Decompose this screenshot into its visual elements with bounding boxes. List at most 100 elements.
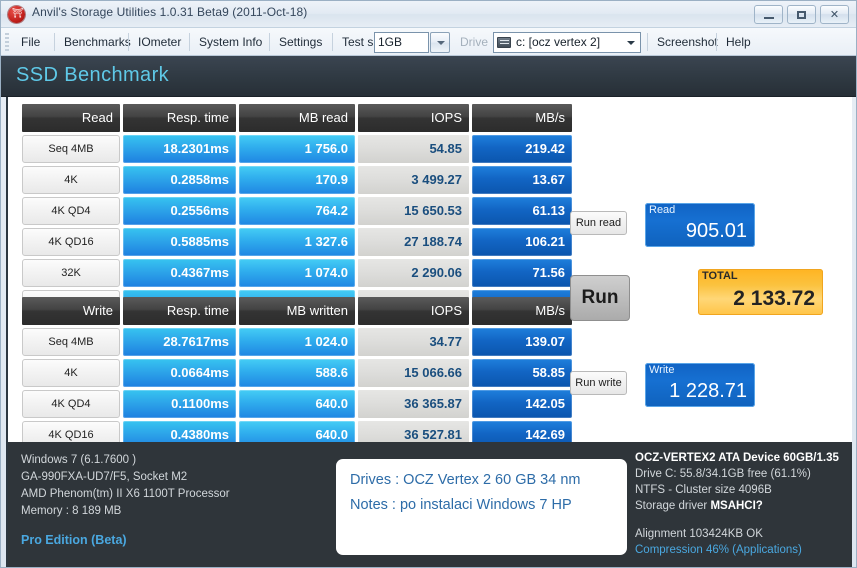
read-score-value: 905.01 [685, 220, 747, 242]
read-col-header-mb: MB read [239, 104, 355, 132]
drive-info-panel: OCZ-VERTEX2 ATA Device 60GB/1.35 Drive C… [635, 450, 855, 558]
menu-item-system-info[interactable]: System Info [193, 33, 268, 52]
driveinfo-driver-label: Storage driver [635, 500, 708, 512]
read-col-header-iops: IOPS [358, 104, 469, 132]
cell-mb: 588.6 [239, 359, 355, 387]
row-label[interactable]: 4K QD4 [22, 390, 120, 418]
driveinfo-alignment: Alignment 103424KB OK [635, 528, 763, 540]
cell-mb: 170.9 [239, 166, 355, 194]
drive-label: Drive [460, 35, 489, 49]
cell-resp: 0.0664ms [123, 359, 236, 387]
cell-resp: 18.2301ms [123, 135, 236, 163]
row-label[interactable]: Seq 4MB [22, 328, 120, 356]
notes-panel[interactable]: Drives : OCZ Vertex 2 60 GB 34 nm Notes … [336, 459, 627, 555]
driveinfo-capacity: Drive C: 55.8/34.1GB free (61.1%) [635, 468, 811, 480]
sysinfo-os: Windows 7 (6.1.7600 ) [21, 454, 137, 466]
write-col-header-mb: MB written [239, 297, 355, 325]
run-read-button[interactable]: Run read [570, 211, 627, 235]
read-score-panel: Read 905.01 [645, 203, 755, 247]
read-col-header-name: Read [22, 104, 120, 132]
driveinfo-driver-value: MSAHCI? [710, 500, 763, 512]
read-score-label: Read [649, 204, 676, 216]
cell-mb: 1 327.6 [239, 228, 355, 256]
write-col-header-resp: Resp. time [123, 297, 236, 325]
menu-separator [716, 33, 717, 51]
total-score-value: 2 133.72 [733, 287, 815, 310]
cell-iops: 3 499.27 [358, 166, 469, 194]
menu-item-help[interactable]: Help [720, 33, 757, 52]
total-score-label: TOTAL [702, 270, 738, 282]
row-label[interactable]: 4K QD4 [22, 197, 120, 225]
close-button[interactable]: ✕ [820, 5, 849, 24]
drive-select-value: c: [ocz vertex 2] [516, 35, 601, 49]
sysinfo-edition: Pro Edition (Beta) [21, 533, 127, 547]
cell-mb: 1 756.0 [239, 135, 355, 163]
chevron-down-icon [437, 41, 445, 45]
cell-resp: 0.2858ms [123, 166, 236, 194]
benchmark-header: SSD Benchmark [1, 56, 856, 97]
cell-iops: 2 290.06 [358, 259, 469, 287]
toolbar-grip[interactable] [5, 33, 9, 51]
cell-resp: 0.1100ms [123, 390, 236, 418]
cell-mb: 764.2 [239, 197, 355, 225]
menu-item-benchmarks[interactable]: Benchmarks [58, 33, 137, 52]
driveinfo-spacer [635, 514, 855, 526]
cell-mb: 640.0 [239, 390, 355, 418]
menu-item-screenshot[interactable]: Screenshot [651, 33, 724, 52]
cell-resp: 0.2556ms [123, 197, 236, 225]
window-title: Anvil's Storage Utilities 1.0.31 Beta9 (… [32, 5, 308, 19]
menu-separator [332, 33, 333, 51]
driveinfo-filesystem: NTFS - Cluster size 4096B [635, 484, 772, 496]
row-label[interactable]: 4K QD16 [22, 228, 120, 256]
cell-mb: 1 024.0 [239, 328, 355, 356]
cell-iops: 54.85 [358, 135, 469, 163]
cell-mbs: 142.05 [472, 390, 572, 418]
write-score-label: Write [649, 364, 675, 376]
maximize-button[interactable] [787, 5, 816, 24]
driveinfo-driver-row: Storage driver MSAHCI? [635, 498, 855, 514]
write-score-value: 1 228.71 [669, 380, 747, 402]
cell-resp: 28.7617ms [123, 328, 236, 356]
test-size-dropdown-button[interactable] [430, 32, 450, 53]
total-score-panel: TOTAL 2 133.72 [698, 269, 823, 315]
cell-mbs: 61.13 [472, 197, 572, 225]
write-col-header-name: Write [22, 297, 120, 325]
anvil-glyph: ⛩ [12, 9, 24, 19]
menu-separator [128, 33, 129, 51]
close-icon: ✕ [829, 8, 840, 21]
cell-resp: 0.5885ms [123, 228, 236, 256]
run-button[interactable]: Run [570, 275, 630, 321]
system-info-panel: Windows 7 (6.1.7600 ) GA-990FXA-UD7/F5, … [21, 452, 321, 549]
driveinfo-compression: Compression 46% (Applications) [635, 544, 802, 556]
cell-iops: 15 066.66 [358, 359, 469, 387]
menu-item-iometer[interactable]: IOmeter [132, 33, 187, 52]
row-label[interactable]: 32K [22, 259, 120, 287]
menu-bar: File Benchmarks IOmeter System Info Sett… [1, 28, 856, 56]
run-write-button[interactable]: Run write [570, 371, 627, 395]
drive-icon [497, 37, 511, 48]
menu-separator [269, 33, 270, 51]
sysinfo-cpu: AMD Phenom(tm) II X6 1100T Processor [21, 488, 230, 500]
test-size-input[interactable]: 1GB [374, 32, 429, 53]
driveinfo-device: OCZ-VERTEX2 ATA Device 60GB/1.35 [635, 452, 839, 464]
footer-bar: Windows 7 (6.1.7600 ) GA-990FXA-UD7/F5, … [6, 442, 852, 567]
menu-item-file[interactable]: File [15, 33, 46, 52]
cell-mbs: 139.07 [472, 328, 572, 356]
cell-mb: 1 074.0 [239, 259, 355, 287]
cell-iops: 15 650.53 [358, 197, 469, 225]
anvil-app-icon: ⛩ [8, 6, 25, 23]
application-window: ⛩ Anvil's Storage Utilities 1.0.31 Beta9… [0, 0, 857, 568]
row-label[interactable]: 4K [22, 359, 120, 387]
menu-item-settings[interactable]: Settings [273, 33, 328, 52]
minimize-button[interactable] [754, 5, 783, 24]
cell-resp: 0.4367ms [123, 259, 236, 287]
minimize-icon [755, 6, 782, 23]
notes-drives: Drives : OCZ Vertex 2 60 GB 34 nm [350, 472, 581, 488]
row-label[interactable]: Seq 4MB [22, 135, 120, 163]
row-label[interactable]: 4K [22, 166, 120, 194]
chevron-down-icon [627, 41, 635, 45]
cell-mbs: 58.85 [472, 359, 572, 387]
read-col-header-resp: Resp. time [123, 104, 236, 132]
menu-separator [647, 33, 648, 51]
drive-select[interactable]: c: [ocz vertex 2] [493, 32, 641, 53]
